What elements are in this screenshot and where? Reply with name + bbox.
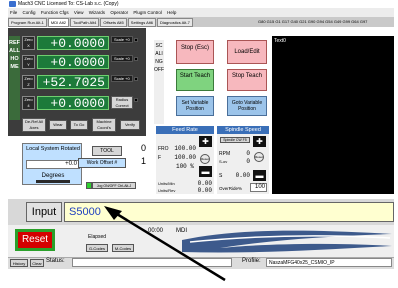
zero-4-button[interactable]: Zero 4 (22, 96, 35, 110)
s-label: S (219, 173, 223, 179)
tool-value: 0 (128, 143, 146, 155)
annotation-arrow (104, 206, 226, 282)
input-label: Input (26, 202, 62, 222)
arrow-head (104, 206, 122, 220)
zero-x-button[interactable]: Zero X (22, 36, 35, 50)
reset-button[interactable]: Reset (15, 229, 55, 251)
work-offset-value: 1 (128, 156, 146, 168)
spindle-up-icon[interactable]: ✚ (253, 136, 266, 147)
z-indicator (134, 77, 138, 81)
gcode-text: Text0 (274, 38, 286, 44)
fro-value: 100.00 (174, 145, 196, 152)
spindle-speed-header: Spindle Speed (217, 126, 269, 134)
rpm-value: 0 (246, 150, 250, 157)
local-system-value: +0.0 (26, 160, 80, 169)
stop-teach-button[interactable]: Stop Teach (227, 69, 267, 91)
scale-x: Scale +0 (111, 36, 133, 43)
scale-z: Scale +0 (111, 75, 133, 82)
status-label: Status: (46, 258, 65, 264)
x-indicator (134, 38, 138, 42)
sov-label: S-ov (219, 159, 228, 164)
zero-z-button[interactable]: Zero Z (22, 75, 35, 89)
app-icon (9, 1, 16, 7)
scale-y: Scale +0 (111, 55, 133, 62)
tab-program-run[interactable]: Program Run Alt-1 (8, 18, 47, 27)
y-indicator (134, 57, 138, 61)
units-rev-value: 0.00 (197, 187, 212, 194)
feed-rate-header: Feed Rate (156, 126, 214, 134)
local-system-label: Local System Rotated (26, 146, 80, 152)
degrees-bar (36, 180, 70, 183)
stop-button[interactable]: Stop (Esc) (176, 40, 214, 64)
spindle-down-icon[interactable]: ▬ (253, 170, 266, 181)
sov-value: 0 (246, 158, 250, 165)
units-min-label: Units/Min (158, 181, 175, 186)
menu-item-plugin-control[interactable]: PlugIn Control (133, 10, 162, 15)
a-indicator (134, 98, 138, 102)
menu-item-operator[interactable]: Operator (110, 10, 128, 15)
fro-down-icon[interactable]: ▬ (199, 166, 212, 177)
jog-on-off-button[interactable]: Jog ON/OFF Ctrl-Alt-J (92, 182, 136, 189)
tab-diagnostics[interactable]: Diagnostics Alt-7 (157, 18, 193, 27)
f-label: F (158, 155, 162, 161)
fro-label: FRO (158, 146, 169, 152)
override-value[interactable]: 100 (250, 183, 267, 192)
menu-item-help[interactable]: Help (167, 10, 176, 15)
menu-item-config[interactable]: Config (23, 10, 36, 15)
units-rev-label: Units/Rev (158, 188, 176, 193)
profile-value: NaszaMFG40x25_CSMIO_IP (266, 258, 392, 267)
menu-item-wizards[interactable]: Wizards (89, 10, 105, 15)
fro-up-icon[interactable]: ✚ (199, 136, 212, 147)
to-go-button[interactable]: To Go (70, 120, 88, 130)
tab-toolpath[interactable]: ToolPath Alt4 (70, 18, 100, 27)
start-teach-button[interactable]: Start Teach (176, 69, 214, 91)
s-value: 0.00 (235, 172, 250, 179)
rpm-label: RPM (219, 151, 231, 157)
ref-all-home-button[interactable]: REFALLHOME (9, 36, 20, 120)
tab-settings[interactable]: Settings Alt6 (127, 18, 157, 27)
menu-item-file[interactable]: File (10, 10, 17, 15)
spindle-reset-button[interactable]: Reset (254, 152, 264, 162)
tab-bar: Program Run Alt-1 MDI Alt2 ToolPath Alt4 Of… (8, 17, 394, 27)
menu-item-function-cfgs[interactable]: Function Cfgs (41, 10, 69, 15)
dro-y[interactable]: +0.0000 (37, 55, 109, 69)
scaling-off-label: SCALING OFF (154, 40, 164, 124)
history-button[interactable]: History (10, 259, 28, 267)
radius-correct-button[interactable]: Radius Correct (111, 96, 133, 109)
machine-coords-button[interactable]: Machine Coord's (92, 118, 116, 132)
modal-gcodes-line: G80 G15 G1 G17 G40 G21 G90 G94 G54 G49 G… (258, 19, 368, 24)
spindle-cw-button[interactable]: Spindle CW F5 (220, 137, 250, 143)
tab-mdi[interactable]: MDI Alt2 (47, 18, 70, 27)
dro-x[interactable]: +0.0000 (37, 36, 109, 50)
title-bar: Mach3 CNC Licensed To: CS-Lab s.c. (Copy… (8, 0, 394, 8)
dro-z[interactable]: +52.7025 (37, 75, 109, 89)
gcode-text-view[interactable]: Text0 (272, 36, 394, 194)
feed-reset-button[interactable]: Reset (200, 154, 210, 164)
goto-variable-position-button[interactable]: Goto Variable Position (227, 96, 267, 116)
load-edit-button[interactable]: Load/Edit (227, 40, 267, 64)
verify-button[interactable]: Verify (120, 120, 140, 130)
tool-label: TOOL (92, 146, 122, 156)
clear-button[interactable]: Clear (30, 259, 44, 267)
arrow-shaft (111, 209, 226, 282)
units-min-value: 0.00 (197, 180, 212, 187)
profile-label: Profile: (242, 258, 261, 264)
work-offset-label: Work Offset # (78, 158, 126, 168)
override-label: OverRide% (219, 186, 243, 191)
menu-bar: File Config Function Cfgs View Wizards O… (8, 8, 394, 17)
dro-4[interactable]: +0.0000 (37, 96, 109, 110)
degrees-label: Degrees (41, 173, 65, 179)
menu-item-view[interactable]: View (74, 10, 84, 15)
wear-button[interactable]: Wear (49, 120, 67, 130)
f-value: 100.00 (174, 154, 196, 161)
zero-y-button[interactable]: Zero Y (22, 55, 35, 69)
feed-percent: 100 % (175, 163, 194, 170)
set-variable-position-button[interactable]: Set Variable Position (176, 96, 214, 116)
tab-offsets[interactable]: Offsets Alt5 (100, 18, 127, 27)
window-title: Mach3 CNC Licensed To: CS-Lab s.c. (Copy… (18, 1, 119, 7)
deref-all-axes-button[interactable]: De-Ref All Axes (22, 118, 46, 132)
